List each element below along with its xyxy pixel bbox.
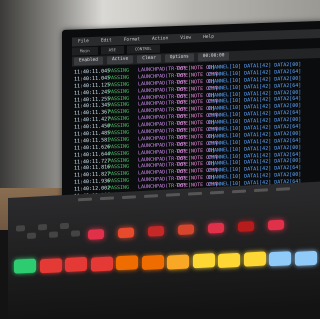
pad-button[interactable] bbox=[116, 255, 138, 271]
control-button[interactable] bbox=[60, 222, 69, 230]
pad-button[interactable] bbox=[192, 253, 215, 269]
pad-button[interactable] bbox=[269, 251, 291, 267]
control-button[interactable] bbox=[16, 225, 25, 232]
pad-button[interactable] bbox=[141, 254, 164, 271]
fader-knob[interactable] bbox=[188, 191, 202, 196]
pad-button[interactable] bbox=[178, 224, 194, 236]
fader-knob[interactable] bbox=[166, 192, 180, 197]
menu-edit[interactable]: Edit bbox=[101, 36, 112, 45]
menu-format[interactable]: Format bbox=[124, 35, 140, 45]
pad-button[interactable] bbox=[294, 250, 317, 266]
tab-control[interactable]: CONTROL bbox=[126, 44, 160, 54]
pad-button[interactable] bbox=[218, 252, 240, 268]
pad-button[interactable] bbox=[65, 257, 87, 273]
pad-button[interactable] bbox=[208, 222, 224, 234]
fader-knob[interactable] bbox=[122, 195, 136, 200]
control-button[interactable] bbox=[71, 230, 80, 237]
clear-button[interactable]: Clear bbox=[137, 54, 161, 64]
control-button[interactable] bbox=[49, 231, 58, 238]
pad-button[interactable] bbox=[118, 227, 134, 239]
options-button[interactable]: Options bbox=[164, 53, 194, 63]
fader-knob[interactable] bbox=[210, 190, 224, 195]
pad-button[interactable] bbox=[90, 256, 113, 272]
pad-button[interactable] bbox=[88, 228, 104, 240]
photo-scene: File Edit Format Action View Help Main A… bbox=[0, 0, 320, 319]
pad-button[interactable] bbox=[148, 225, 164, 237]
menu-view[interactable]: View bbox=[180, 33, 191, 42]
fader-knob[interactable] bbox=[100, 196, 114, 201]
control-button[interactable] bbox=[27, 232, 36, 240]
enabled-toggle[interactable]: Enabled bbox=[74, 56, 103, 66]
pad-button[interactable] bbox=[14, 258, 36, 274]
fader-knob[interactable] bbox=[144, 194, 158, 198]
tab-ase[interactable]: ASE bbox=[100, 45, 124, 55]
pad-button[interactable] bbox=[39, 257, 62, 273]
pad-button[interactable] bbox=[243, 251, 266, 268]
fader-knob[interactable] bbox=[232, 189, 246, 194]
pad-button[interactable] bbox=[167, 254, 189, 270]
active-button[interactable]: Active bbox=[106, 55, 134, 65]
pad-button[interactable] bbox=[238, 221, 254, 232]
fader-knob[interactable] bbox=[254, 188, 268, 193]
time-display: 00:00:00 bbox=[197, 52, 230, 62]
control-button[interactable] bbox=[38, 223, 47, 231]
midi-controller bbox=[8, 181, 320, 319]
fader-knob[interactable] bbox=[276, 187, 290, 191]
tab-main[interactable]: Main bbox=[72, 46, 98, 56]
menu-file[interactable]: File bbox=[78, 37, 89, 46]
menu-action[interactable]: Action bbox=[152, 34, 168, 44]
pad-button[interactable] bbox=[268, 219, 284, 231]
menu-help[interactable]: Help bbox=[203, 33, 214, 42]
fader-knob[interactable] bbox=[78, 197, 92, 202]
